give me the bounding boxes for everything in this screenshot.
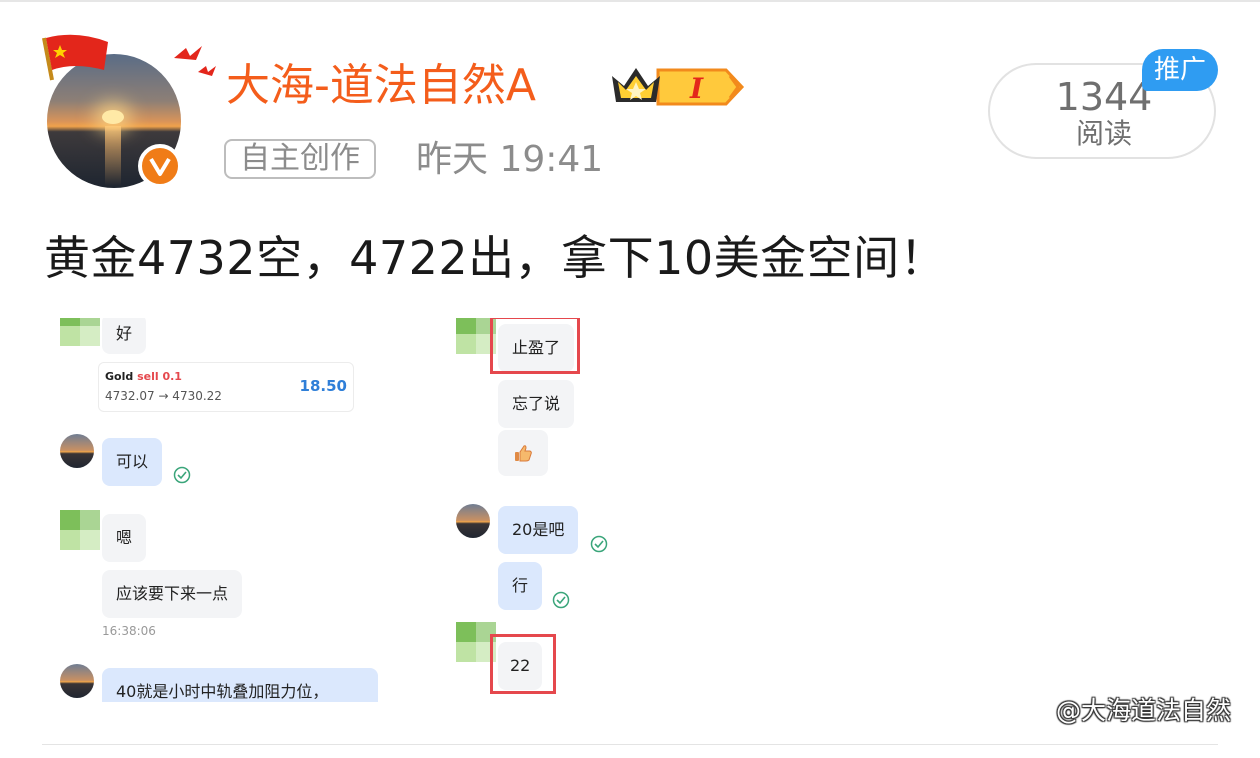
author-avatar-group[interactable] — [38, 32, 216, 192]
user-avatar — [456, 504, 490, 538]
user-avatar — [60, 664, 94, 698]
svg-text:I: I — [689, 72, 704, 105]
chat-message: 20是吧 — [498, 506, 579, 554]
bottom-divider — [42, 744, 1218, 745]
check-icon — [590, 535, 608, 553]
original-content-tag: 自主创作 — [224, 139, 376, 179]
birds-icon — [174, 46, 216, 76]
chat-message: 忘了说 — [498, 380, 575, 428]
trade-profit: 18.50 — [299, 377, 347, 395]
promo-badge[interactable]: 推广 — [1142, 49, 1218, 91]
weibo-logo-icon — [1031, 702, 1054, 721]
chat-message — [498, 430, 548, 476]
author-name[interactable]: 大海-道法自然A — [226, 56, 536, 116]
top-divider — [0, 0, 1260, 2]
chat-screenshot-right: 止盈了 忘了说 20是吧 行 22 — [416, 318, 616, 702]
check-icon — [173, 466, 191, 484]
post-title: 黄金4732空，4722出，拿下10美金空间！ — [44, 231, 947, 285]
trade-card: Gold sell 0.1 4732.07 → 4730.22 18.50 — [98, 362, 354, 412]
contact-avatar — [60, 510, 100, 550]
chat-message: 行 — [498, 562, 543, 610]
trade-symbol: Gold sell 0.1 — [105, 370, 182, 383]
user-avatar — [60, 434, 94, 468]
check-icon — [552, 591, 570, 609]
flag-icon — [42, 34, 108, 81]
contact-avatar — [60, 318, 100, 346]
highlight-box — [490, 634, 556, 694]
chat-message: 好 — [102, 318, 147, 354]
weibo-watermark: @大海道法自然 — [1030, 694, 1231, 728]
verified-icon — [138, 144, 182, 188]
chat-message: 可以 — [102, 438, 163, 486]
chat-message: 40就是小时中轨叠加阻力位， — [102, 668, 378, 702]
chat-message: 应该要下来一点 — [102, 570, 243, 618]
post-time: 昨天 19:41 — [416, 139, 604, 180]
chat-message: 嗯 — [102, 514, 147, 562]
trade-prices: 4732.07 → 4730.22 — [105, 389, 222, 403]
thumbs-up-icon — [515, 445, 532, 462]
crown-badge-icon[interactable]: I — [606, 60, 746, 112]
highlight-box — [490, 318, 580, 374]
reads-label: 阅读 — [1075, 117, 1132, 150]
chat-timestamp: 16:38:06 — [102, 624, 156, 638]
